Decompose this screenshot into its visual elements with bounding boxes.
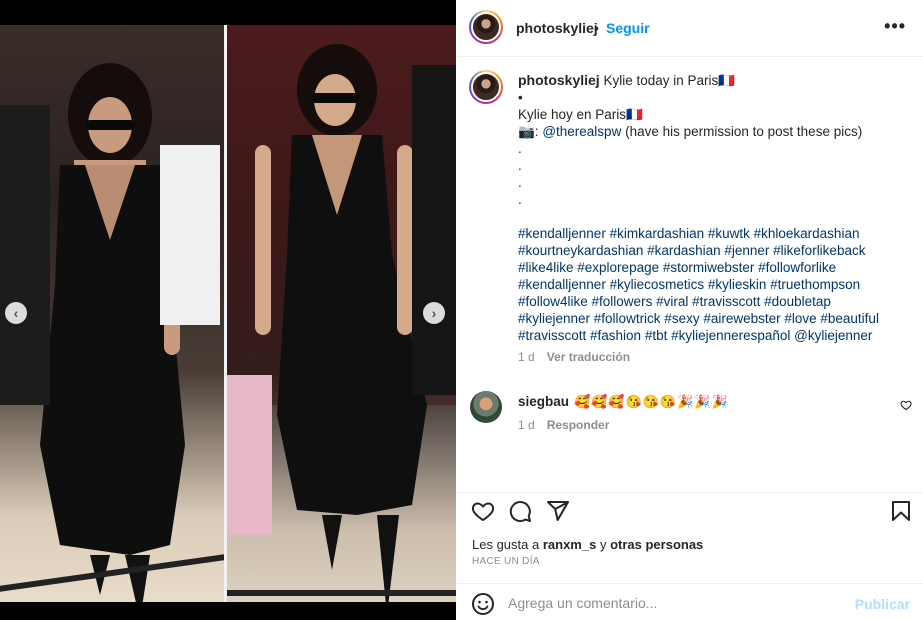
- carousel-prev-button[interactable]: ‹: [5, 302, 27, 324]
- photo-right: [227, 25, 456, 602]
- media-top-letterbox: [0, 0, 456, 25]
- smiley-icon[interactable]: [471, 592, 495, 616]
- caption-dot: .: [518, 141, 522, 156]
- post-timestamp: HACE UN DÍA: [472, 556, 540, 567]
- post-media[interactable]: ‹ ›: [0, 25, 456, 602]
- hashtag-line[interactable]: #kendalljenner #kyliecosmetics #kylieski…: [518, 276, 913, 293]
- caption-bullet: •: [518, 90, 523, 105]
- caption-meta: 1 d Ver traducción: [518, 349, 913, 366]
- author-username[interactable]: photoskyliej: [516, 20, 598, 36]
- caption-body: photoskyliej Kylie today in Paris🇫🇷 • Ky…: [518, 72, 913, 366]
- caption-dot: .: [518, 158, 522, 173]
- hashtag-line[interactable]: #kyliejenner #followtrick #sexy #aireweb…: [518, 310, 913, 327]
- comment-input[interactable]: [508, 592, 848, 614]
- comment-icon[interactable]: [508, 499, 532, 523]
- hashtag-line[interactable]: #kourtneykardashian #kardashian #jenner …: [518, 242, 913, 259]
- caption-line-es: Kylie hoy en Paris🇫🇷: [518, 107, 643, 122]
- comment-age: 1 d: [518, 418, 535, 432]
- credit-note: (have his permission to post these pics): [625, 124, 863, 139]
- credit-handle-link[interactable]: @therealspw: [542, 124, 621, 139]
- caption-credit: 📷: @therealspw (have his permission to p…: [518, 124, 863, 139]
- paper-plane-icon[interactable]: [546, 499, 570, 523]
- photo-left-figure: [0, 63, 220, 602]
- bookmark-icon[interactable]: [889, 499, 913, 523]
- hashtag-line[interactable]: #travisscott #fashion #tbt #kyliejennere…: [518, 327, 913, 344]
- likes-prefix: Les gusta a: [472, 537, 540, 552]
- comment-meta: 1 d Responder: [518, 418, 609, 432]
- instagram-post-modal: ‹ › photoskyliej • Seguir ••• photoskyli…: [0, 0, 922, 620]
- carousel-next-button[interactable]: ›: [423, 302, 445, 324]
- add-comment-bar: Publicar: [456, 583, 922, 620]
- reply-button[interactable]: Responder: [547, 418, 610, 432]
- commenter-avatar[interactable]: [470, 391, 502, 423]
- see-translation-button[interactable]: Ver traducción: [547, 350, 630, 364]
- liker-username[interactable]: ranxm_s: [543, 537, 596, 552]
- likes-others-button[interactable]: otras personas: [610, 537, 703, 552]
- likes-conj: y: [599, 537, 607, 552]
- caption-title: Kylie today in Paris🇫🇷: [603, 73, 736, 88]
- photo-left: [0, 25, 224, 602]
- commenter-username[interactable]: siegbau: [518, 394, 569, 409]
- comment-item: siegbau 🥰🥰🥰😘😘😘🎉🎉🎉 1 d Responder: [456, 385, 922, 445]
- caption-author-avatar[interactable]: [469, 70, 503, 104]
- caption-section: photoskyliej Kylie today in Paris🇫🇷 • Ky…: [456, 57, 922, 492]
- likes-summary: Les gusta a ranxm_s y otras personas: [472, 537, 703, 552]
- comment-like-heart-icon[interactable]: [900, 399, 912, 411]
- floor-stripe: [227, 590, 456, 596]
- publish-button[interactable]: Publicar: [855, 596, 910, 612]
- media-bottom-letterbox: [0, 602, 456, 620]
- hashtags-block: #kendalljenner #kimkardashian #kuwtk #kh…: [518, 225, 913, 344]
- caption-username[interactable]: photoskyliej: [518, 72, 600, 88]
- author-avatar[interactable]: [469, 10, 503, 44]
- heart-outline-icon[interactable]: [471, 499, 495, 523]
- hashtag-line[interactable]: #like4like #explorepage #stormiwebster #…: [518, 259, 913, 276]
- hashtag-line[interactable]: #kendalljenner #kimkardashian #kuwtk #kh…: [518, 225, 913, 242]
- hashtag-line[interactable]: #follow4like #followers #viral #travissc…: [518, 293, 913, 310]
- post-actions-bar: [456, 492, 922, 532]
- header-separator: •: [594, 20, 599, 36]
- caption-dot: .: [518, 192, 522, 207]
- post-header: photoskyliej • Seguir •••: [456, 0, 922, 57]
- more-horizontal-icon[interactable]: •••: [884, 16, 906, 37]
- post-details-panel: photoskyliej • Seguir ••• photoskyliej K…: [456, 0, 922, 620]
- caption-age: 1 d: [518, 350, 535, 364]
- photo-right-figure: [227, 25, 456, 602]
- comment-text: 🥰🥰🥰😘😘😘🎉🎉🎉: [574, 394, 729, 409]
- camera-icon: 📷: [518, 124, 535, 139]
- caption-dot: .: [518, 175, 522, 190]
- follow-button[interactable]: Seguir: [606, 20, 650, 36]
